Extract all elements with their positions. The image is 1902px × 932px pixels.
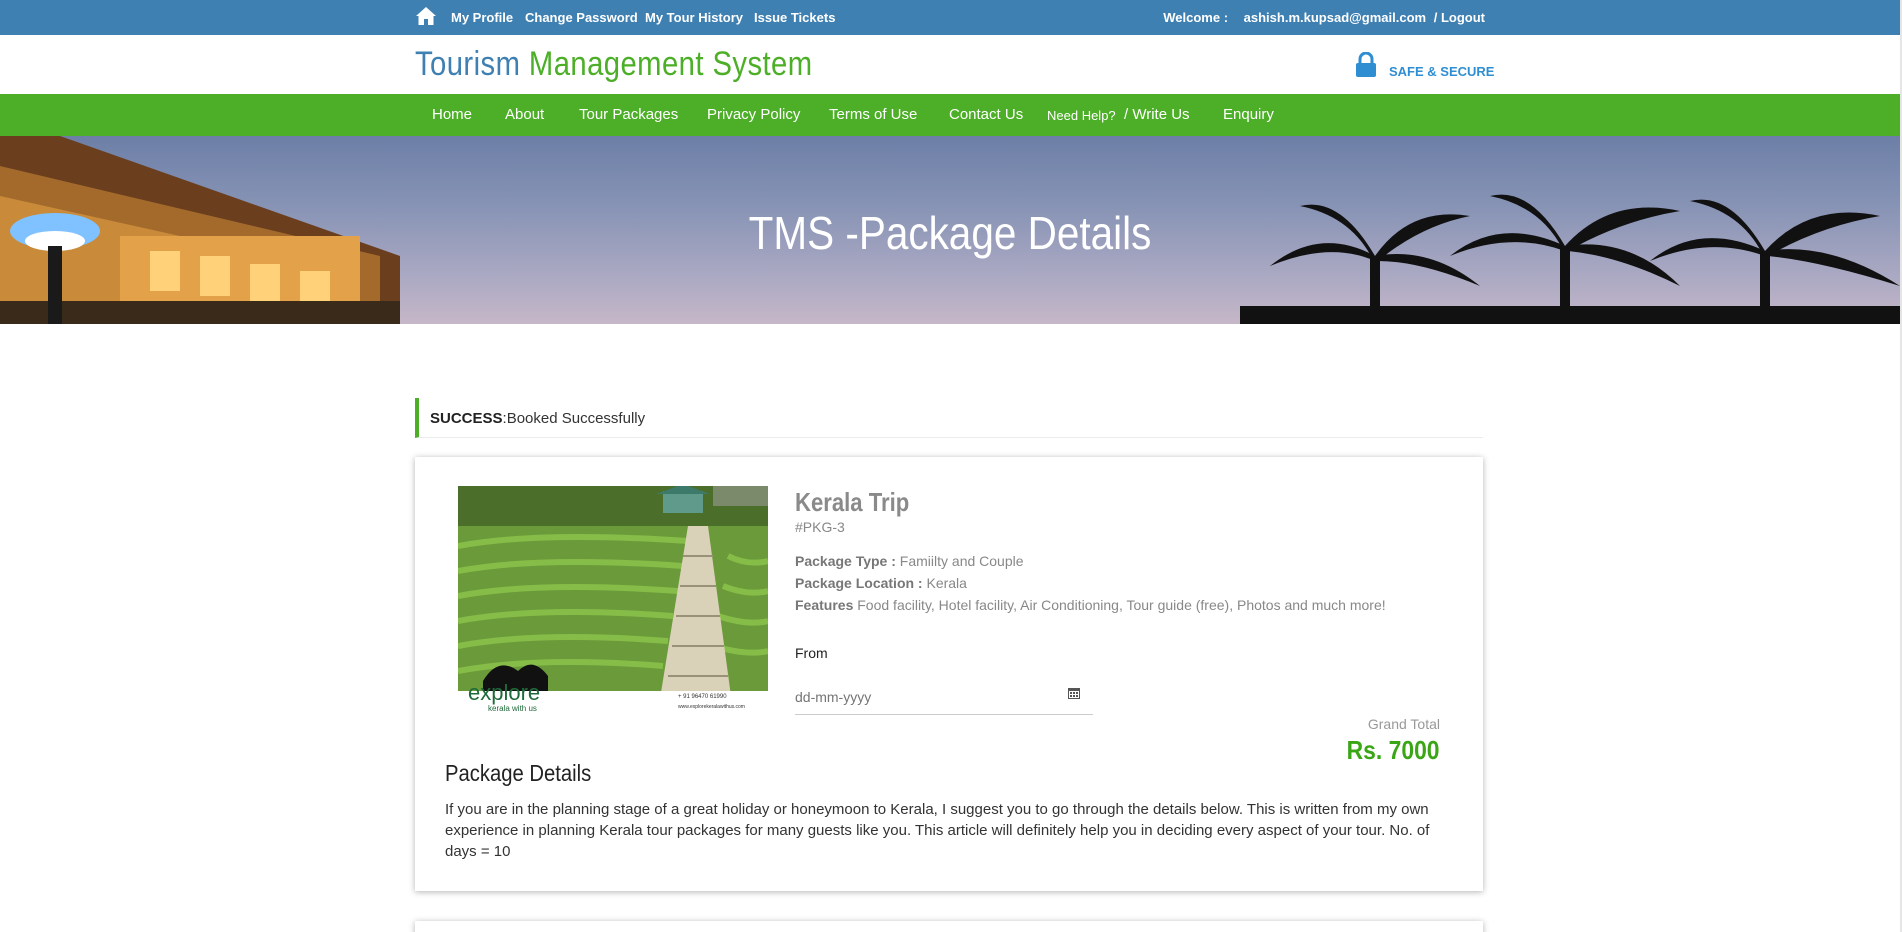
success-alert: SUCCESS:Booked Successfully: [415, 398, 1483, 438]
package-features: Features Food facility, Hotel facility, …: [795, 597, 1386, 613]
success-message: SUCCESS:Booked Successfully: [430, 410, 645, 427]
success-text: :Booked Successfully: [502, 410, 646, 427]
grand-total-label: Grand Total: [1367, 716, 1440, 732]
nav-enquiry[interactable]: Enquiry: [1223, 106, 1274, 123]
logout-link[interactable]: / Logout: [1434, 10, 1485, 25]
package-name: Kerala Trip: [795, 487, 910, 517]
page-banner: TMS -Package Details: [0, 136, 1900, 324]
package-details-heading: Package Details: [445, 760, 592, 786]
my-profile-link[interactable]: My Profile: [451, 10, 513, 25]
package-image: explore kerala with us + 91 96470 61990 …: [458, 486, 768, 716]
page-title: TMS -Package Details: [748, 207, 1152, 259]
package-details-text: If you are in the planning stage of a gr…: [445, 801, 1430, 860]
package-type-label: Package Type :: [795, 553, 896, 569]
top-bar: My Profile Change Password My Tour Histo…: [0, 0, 1900, 35]
image-contact-text: + 91 96470 61990: [678, 694, 727, 700]
image-logo-text: explore: [468, 680, 540, 705]
package-location-value: Kerala: [926, 575, 967, 591]
logo-part-2: Management System: [528, 45, 813, 83]
package-features-value: Food facility, Hotel facility, Air Condi…: [857, 597, 1386, 613]
site-logo[interactable]: Tourism Management System: [415, 45, 813, 84]
package-type: Package Type : Famiilty and Couple: [795, 553, 1024, 569]
success-label: SUCCESS: [430, 410, 503, 427]
site-header: Tourism Management System SAFE & SECURE: [0, 35, 1900, 94]
welcome-block: Welcome : ashish.m.kupsad@gmail.com / Lo…: [1151, 10, 1485, 25]
top-bar-inner: My Profile Change Password My Tour Histo…: [415, 0, 1485, 35]
nav-need-help: Need Help?: [1047, 108, 1116, 123]
from-label: From: [795, 645, 828, 661]
my-tour-history-link[interactable]: My Tour History: [645, 10, 743, 25]
welcome-label: Welcome :: [1163, 10, 1229, 25]
package-location-label: Package Location :: [795, 575, 923, 591]
nav-home[interactable]: Home: [432, 106, 472, 123]
next-card: [415, 921, 1483, 932]
image-sub-text: kerala with us: [488, 704, 537, 713]
package-id: #PKG-3: [795, 519, 845, 535]
image-url-text: www.explorekeralawithus.com: [678, 704, 745, 710]
calendar-icon[interactable]: [1067, 686, 1081, 700]
main-nav: Home About Tour Packages Privacy Policy …: [0, 94, 1900, 136]
grand-total-value: Rs. 7000: [1347, 735, 1440, 765]
package-type-value: Famiilty and Couple: [899, 553, 1024, 569]
safe-secure-text: SAFE & SECURE: [1389, 64, 1495, 79]
nav-privacy-policy[interactable]: Privacy Policy: [707, 106, 800, 123]
issue-tickets-link[interactable]: Issue Tickets: [754, 10, 835, 25]
package-location: Package Location : Kerala: [795, 575, 967, 591]
nav-contact-us[interactable]: Contact Us: [949, 106, 1023, 123]
from-date-input[interactable]: [795, 679, 1093, 715]
tea-plantation-image: explore kerala with us + 91 96470 61990 …: [458, 486, 768, 716]
package-features-label: Features: [795, 597, 854, 613]
nav-write-us[interactable]: / Write Us: [1124, 106, 1190, 123]
logo-part-1: Tourism: [415, 45, 521, 83]
lock-icon: [1356, 52, 1376, 77]
change-password-link[interactable]: Change Password: [525, 10, 638, 25]
nav-tour-packages[interactable]: Tour Packages: [579, 106, 678, 123]
nav-about[interactable]: About: [505, 106, 544, 123]
nav-terms-of-use[interactable]: Terms of Use: [829, 106, 917, 123]
user-email: ashish.m.kupsad@gmail.com: [1243, 10, 1427, 25]
home-icon[interactable]: [415, 6, 437, 26]
package-card: explore kerala with us + 91 96470 61990 …: [415, 457, 1483, 891]
